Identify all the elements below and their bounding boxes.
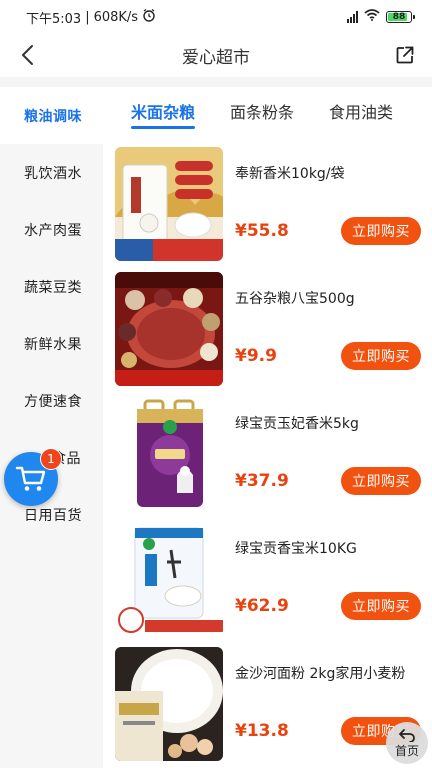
home-label: 首页 [394, 743, 419, 758]
sidebar-item-instant-food[interactable]: 方便速食 [0, 372, 103, 429]
flour-bag-image[interactable] [115, 647, 223, 761]
status-bar: 下午5:03 | 608K/s 88 [0, 0, 432, 34]
status-speed: 608K/s [93, 9, 139, 25]
category-sidebar: 粮油调味 乳饮酒水 水产肉蛋 蔬菜豆类 新鲜水果 方便速食 食品 日用百货 [0, 87, 103, 768]
status-left: 下午5:03 | 608K/s [26, 8, 156, 27]
alarm-icon [142, 8, 156, 26]
buy-now-button[interactable]: 立即购买 [341, 592, 421, 620]
share-icon [396, 46, 414, 64]
tab-noodles[interactable]: 面条粉条 [230, 87, 294, 135]
tab-cooking-oil[interactable]: 食用油类 [329, 87, 393, 135]
product-item[interactable]: 奉新香米10kg/袋 ¥55.8 立即购买 [103, 135, 432, 261]
cell-signal-icon [347, 11, 358, 23]
product-name: 奉新香米10kg/袋 [235, 166, 345, 182]
cart-badge: 1 [40, 448, 62, 470]
buy-now-button[interactable]: 立即购买 [341, 467, 421, 495]
battery-icon: 88 [386, 11, 415, 23]
sidebar-item-fruit[interactable]: 新鲜水果 [0, 315, 103, 372]
sidebar-item-grain-oil[interactable]: 粮油调味 [0, 87, 103, 144]
product-price: ¥37.9 [235, 471, 289, 491]
home-button[interactable]: 首页 [386, 722, 428, 764]
status-right: 88 [347, 9, 415, 25]
product-price: ¥55.8 [235, 221, 289, 241]
page-title: 爱心超市 [182, 47, 250, 68]
product-item[interactable]: 绿宝贡香宝米10KG ¥62.9 立即购买 [103, 510, 432, 636]
purple-rice-bag-image[interactable] [115, 397, 223, 511]
buy-now-button[interactable]: 立即购买 [341, 342, 421, 370]
battery-level: 88 [392, 12, 406, 22]
product-name: 金沙河面粉 2kg家用小麦粉 [235, 666, 406, 682]
product-item[interactable]: 绿宝贡玉妃香米5kg ¥37.9 立即购买 [103, 385, 432, 511]
product-name: 绿宝贡香宝米10KG [235, 541, 357, 557]
tab-rice-flour-grains[interactable]: 米面杂粮 [131, 87, 196, 135]
product-name: 绿宝贡玉妃香米5kg [235, 416, 359, 432]
product-price: ¥62.9 [235, 596, 289, 616]
sidebar-item-vegetables[interactable]: 蔬菜豆类 [0, 258, 103, 315]
product-price: ¥9.9 [235, 346, 277, 366]
status-separator: | [85, 9, 90, 25]
product-price: ¥13.8 [235, 721, 289, 741]
share-button[interactable] [392, 42, 418, 68]
sidebar-item-dairy-drinks[interactable]: 乳饮酒水 [0, 144, 103, 201]
subcategory-tabs: 米面杂粮 面条粉条 食用油类 [103, 87, 432, 135]
mixed-grains-image[interactable] [115, 272, 223, 386]
nav-header: 爱心超市 [0, 34, 432, 76]
status-time: 下午5:03 [26, 11, 82, 27]
product-item[interactable]: 五谷杂粮八宝500g ¥9.9 立即购买 [103, 260, 432, 386]
white-rice-bag-image[interactable] [115, 522, 223, 636]
header-divider [0, 77, 432, 87]
product-item[interactable]: 金沙河面粉 2kg家用小麦粉 ¥13.8 立即购买 [103, 635, 432, 761]
sidebar-item-seafood-meat[interactable]: 水产肉蛋 [0, 201, 103, 258]
product-list: 奉新香米10kg/袋 ¥55.8 立即购买 五谷杂粮八宝500g ¥9.9 立即… [103, 135, 432, 768]
return-arrow-icon [399, 728, 415, 742]
buy-now-button[interactable]: 立即购买 [341, 217, 421, 245]
back-button[interactable] [14, 42, 40, 68]
chevron-left-icon [22, 45, 33, 65]
shopping-cart-icon [15, 466, 46, 491]
rice-bag-image[interactable] [115, 147, 223, 261]
product-name: 五谷杂粮八宝500g [235, 291, 355, 307]
wifi-icon [364, 9, 380, 25]
